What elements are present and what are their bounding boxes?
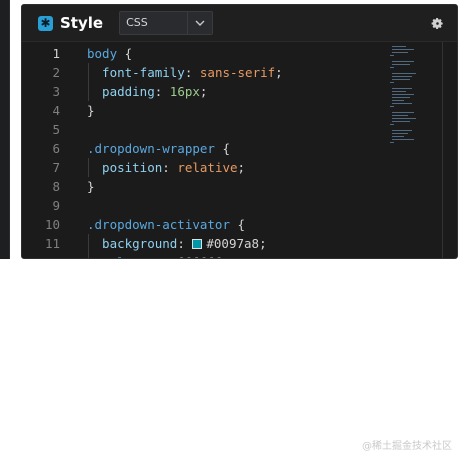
code-line[interactable]: position: relative; — [87, 158, 245, 177]
color-swatch[interactable] — [154, 257, 165, 258]
minimap-line — [392, 91, 406, 92]
code-token: ; — [259, 236, 267, 251]
code-token: } — [87, 179, 95, 194]
code-token: #ffffff — [169, 255, 222, 258]
chevron-down-icon[interactable] — [187, 12, 212, 34]
minimap-line — [390, 142, 394, 143]
code-token: ; — [199, 84, 208, 99]
minimap-line — [392, 64, 410, 65]
code-token: body — [87, 46, 118, 61]
line-number: 1 — [52, 46, 60, 61]
color-swatch[interactable] — [192, 238, 203, 249]
minimap-line — [392, 49, 414, 50]
code-line[interactable]: font-family: sans-serif; — [87, 63, 283, 82]
minimap-line — [392, 103, 412, 104]
code-line[interactable]: background: #0097a8; — [87, 234, 267, 253]
minimap-line — [392, 115, 408, 116]
asterisk-icon: ✱ — [38, 15, 53, 31]
code-token: position — [87, 160, 163, 175]
line-number: 7 — [52, 160, 60, 175]
code-token: ; — [237, 160, 246, 175]
code-token: : — [154, 84, 170, 99]
watermark: @稀土掘金技术社区 — [362, 441, 452, 452]
style-editor-panel: ✱ Style CSS 123456789101112 body { font-… — [21, 4, 458, 259]
line-number: 6 — [52, 141, 60, 156]
code-token: ; — [275, 65, 283, 80]
minimap-line — [392, 76, 412, 77]
language-select-value: CSS — [126, 16, 148, 29]
code-token: : — [177, 236, 193, 251]
code-token: background — [87, 236, 178, 251]
code-line[interactable]: } — [87, 177, 95, 196]
code-line[interactable]: padding: 16px; — [87, 82, 207, 101]
minimap-line — [390, 82, 394, 83]
code-token: color — [87, 255, 140, 258]
code-token: padding — [87, 84, 155, 99]
minimap-line — [392, 100, 404, 101]
code-token: .dropdown-activator — [87, 217, 230, 232]
minimap-line — [392, 118, 416, 119]
line-number: 10 — [44, 217, 60, 232]
minimap-line — [392, 46, 406, 47]
code-line[interactable]: color: #ffffff; — [87, 253, 229, 258]
adjacent-panel-edge — [0, 0, 10, 259]
line-number: 2 — [52, 65, 60, 80]
code-token: font-family — [87, 65, 185, 80]
code-token: relative — [177, 160, 238, 175]
gear-icon[interactable] — [427, 13, 447, 33]
vertical-scrollbar-track[interactable] — [442, 42, 443, 258]
minimap-line — [390, 106, 394, 107]
minimap-line — [392, 94, 414, 95]
minimap-line — [392, 97, 410, 98]
code-token: : — [184, 65, 200, 80]
indent-guide — [88, 234, 89, 258]
code-line[interactable]: body { — [87, 44, 132, 63]
minimap-line — [392, 79, 410, 80]
code-token: #0097a8 — [206, 236, 260, 251]
minimap-line — [392, 73, 416, 74]
code-token: { — [230, 217, 246, 232]
panel-header: ✱ Style CSS — [22, 5, 457, 42]
code-token: : — [162, 160, 178, 175]
minimap-line — [392, 61, 414, 62]
code-token: } — [87, 103, 95, 118]
code-line[interactable]: .dropdown-wrapper { — [87, 139, 230, 158]
minimap-line — [392, 112, 414, 113]
minimap-line — [392, 52, 408, 53]
code-token: ; — [221, 255, 229, 258]
code-token: { — [214, 141, 230, 156]
code-token: .dropdown-wrapper — [87, 141, 215, 156]
code-token: { — [117, 46, 133, 61]
minimap-line — [392, 130, 412, 131]
code-token: : — [140, 255, 155, 258]
minimap-line — [392, 88, 412, 89]
code-token: 16px — [169, 84, 200, 99]
code-token: sans-serif — [199, 65, 276, 80]
line-number: 5 — [52, 122, 60, 137]
code-minimap[interactable] — [390, 46, 426, 166]
line-number: 8 — [52, 179, 60, 194]
minimap-line — [390, 55, 394, 56]
minimap-line — [390, 124, 394, 125]
indent-guide — [88, 63, 89, 101]
minimap-line — [392, 136, 404, 137]
language-select[interactable]: CSS — [119, 11, 214, 35]
code-line[interactable]: .dropdown-activator { — [87, 215, 245, 234]
code-line[interactable]: } — [87, 101, 95, 120]
line-number: 4 — [52, 103, 60, 118]
code-editor[interactable]: 123456789101112 body { font-family: sans… — [22, 42, 457, 258]
panel-title: Style — [60, 14, 104, 32]
indent-guide — [88, 158, 89, 177]
minimap-line — [392, 133, 408, 134]
line-number: 9 — [52, 198, 60, 213]
minimap-line — [390, 67, 394, 68]
minimap-line — [392, 139, 414, 140]
minimap-line — [392, 121, 410, 122]
line-number: 11 — [44, 236, 60, 251]
line-number-gutter: 123456789101112 — [22, 42, 72, 258]
line-number: 12 — [22, 253, 60, 258]
line-number: 3 — [52, 84, 60, 99]
